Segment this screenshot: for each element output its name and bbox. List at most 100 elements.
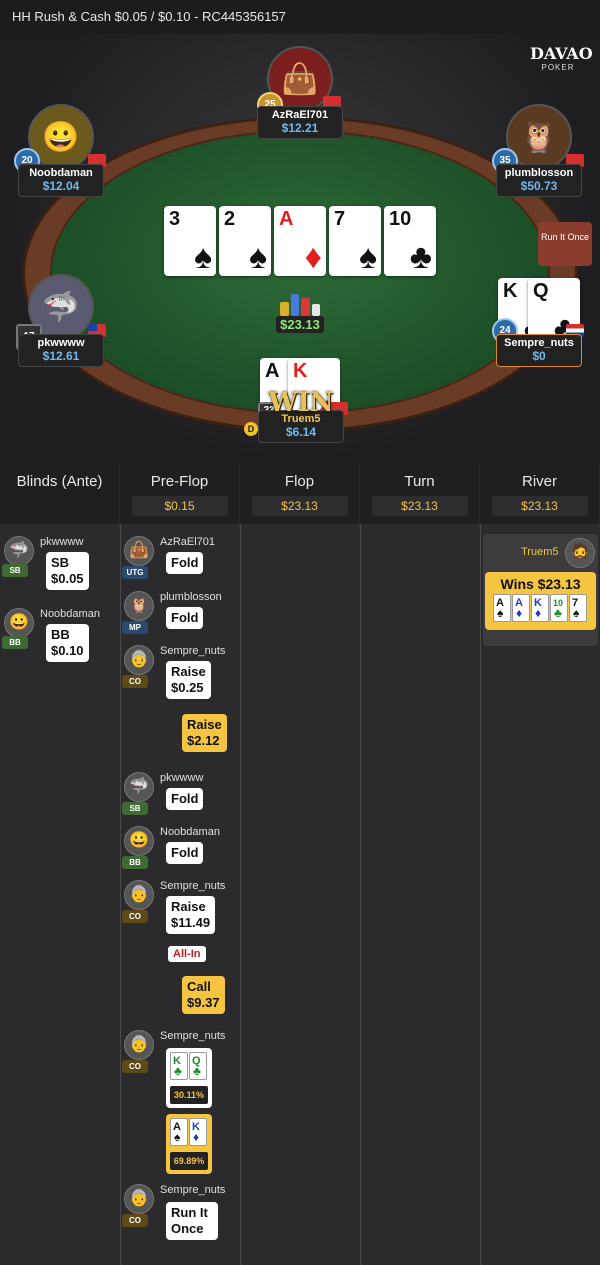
player-avatar-icon: 🧔 <box>565 538 595 568</box>
player-name: Sempre_nuts <box>504 337 574 349</box>
action-bubble: Run It Once <box>166 1202 218 1240</box>
column-header-flop: Flop $23.13 <box>240 464 359 524</box>
player-avatar-icon: 🦈 <box>124 772 154 802</box>
entry-player-name: pkwwww <box>40 536 84 548</box>
position-badge: SB <box>2 564 28 577</box>
position-badge: MP <box>122 621 148 634</box>
player-seat-sempre-nuts[interactable]: K♣ Q♣ 24 Sempre_nuts $0 <box>492 278 584 367</box>
player-avatar-icon: 😀 <box>124 826 154 856</box>
street-pot: $23.13 <box>491 496 588 516</box>
entry-player-name: Sempre_nuts <box>160 880 226 892</box>
action-bubble: Fold <box>166 788 204 810</box>
river-winner-panel: Truem5 🧔 Wins $23.13 A ♠ A ♦ K ♦ 10 ♣ 7 ♠ <box>483 534 598 646</box>
player-stack: $50.73 <box>520 179 558 193</box>
player-name: Noobdaman <box>29 167 93 179</box>
winner-name: Truem5 <box>521 546 559 558</box>
mini-card: A ♦ <box>512 594 530 622</box>
turn-column <box>360 524 479 1265</box>
position-badge: CO <box>122 1214 148 1227</box>
mini-card: K ♣ <box>170 1052 188 1080</box>
player-avatar-icon: 🦈 <box>4 536 34 566</box>
player-name: AzRaEl701 <box>271 109 329 121</box>
all-in-tag: All-In <box>168 946 206 962</box>
column-header-turn: Turn $23.13 <box>360 464 479 524</box>
equity-value: 69.89% <box>170 1152 208 1170</box>
street-pot: $23.13 <box>371 496 468 516</box>
player-plate: Noobdaman $12.04 <box>18 164 104 197</box>
entry-player-name: Noobdaman <box>160 826 220 838</box>
player-stack: $6.14 <box>285 425 317 439</box>
player-stack: $0 <box>532 349 546 363</box>
column-header-river: River $23.13 <box>480 464 599 524</box>
win-bubble: Wins $23.13 A ♠ A ♦ K ♦ 10 ♣ 7 ♠ <box>485 572 596 630</box>
shown-cards: K ♣ Q ♣ 30.11% <box>166 1048 212 1108</box>
poker-table-area: DAVAO POKER 👜 25 AzRaEl701 $12.21 😀 20 N… <box>0 34 600 464</box>
flop-column <box>240 524 359 1265</box>
entry-player-name: AzRaEl701 <box>160 536 216 548</box>
title-text: HH Rush & Cash $0.05 / $0.10 - RC4453561… <box>12 9 286 24</box>
history-entry: 😀 BB Noobdaman BB $0.10 <box>0 606 119 672</box>
player-seat-pkwwww[interactable]: 🦈 17 pkwwww $12.61 <box>16 274 106 367</box>
dealer-button-icon: D <box>244 422 258 436</box>
player-name: plumblosson <box>504 167 574 179</box>
mini-card: Q ♣ <box>189 1052 207 1080</box>
player-avatar-icon: 👵 <box>124 1184 154 1214</box>
column-header-blinds: Blinds (Ante) <box>0 464 119 524</box>
player-plate: AzRaEl701 $12.21 <box>257 106 343 139</box>
player-plate: plumblosson $50.73 <box>496 164 582 197</box>
pot-amount: $23.13 <box>276 316 324 333</box>
player-avatar-icon: 👵 <box>124 645 154 675</box>
entry-player-name: Sempre_nuts <box>160 1030 226 1042</box>
player-avatar-icon: 👜 <box>124 536 154 566</box>
action-bubble: Fold <box>166 607 204 629</box>
action-bubble: Raise $0.25 <box>166 661 211 699</box>
board-card: 2 ♠ <box>219 206 271 276</box>
action-bubble: Fold <box>166 552 204 574</box>
player-stack: $12.21 <box>281 121 319 135</box>
entry-player-name: plumblosson <box>160 591 222 603</box>
action-bubble-truem5: Raise $2.12 <box>182 714 227 752</box>
player-avatar-icon: 🦉 <box>124 591 154 621</box>
player-seat-noobdaman[interactable]: 😀 20 Noobdaman $12.04 <box>14 104 106 197</box>
board-card: A ♦ <box>274 206 326 276</box>
action-bubble: SB $0.05 <box>46 552 89 590</box>
run-it-once-button[interactable]: Run It Once <box>538 222 592 266</box>
player-seat-azrael701[interactable]: 👜 25 AzRaEl701 $12.21 <box>257 46 343 139</box>
mini-card: A ♠ <box>170 1118 188 1146</box>
player-plate: Sempre_nuts $0 <box>496 334 582 367</box>
entry-player-name: pkwwww <box>160 772 204 784</box>
entry-player-name: Sempre_nuts <box>160 1184 226 1196</box>
position-badge: BB <box>122 856 148 869</box>
history-entry: 🦈 SB pkwwww SB $0.05 <box>0 534 119 600</box>
action-bubble-truem5: Call $9.37 <box>182 976 225 1014</box>
position-badge: CO <box>122 1060 148 1073</box>
hand-history-screen: HH Rush & Cash $0.05 / $0.10 - RC4453561… <box>0 0 600 1265</box>
player-avatar-icon: 👵 <box>124 880 154 910</box>
player-avatar-icon: 😀 <box>4 608 34 638</box>
action-bubble: BB $0.10 <box>46 624 89 662</box>
player-seat-plumblosson[interactable]: 🦉 35 plumblosson $50.73 <box>492 104 584 197</box>
chip-stack-icon <box>280 290 320 316</box>
mini-card: K ♦ <box>531 594 549 622</box>
column-header-preflop: Pre-Flop $0.15 <box>120 464 239 524</box>
player-name: pkwwww <box>37 337 85 349</box>
davao-poker-logo: DAVAO POKER <box>530 44 593 72</box>
mini-card: A ♠ <box>493 594 511 622</box>
street-pot: $23.13 <box>251 496 348 516</box>
win-label: WIN <box>268 388 334 418</box>
action-bubble: Raise $11.49 <box>166 896 216 934</box>
position-badge: CO <box>122 910 148 923</box>
action-bubble: Fold <box>166 842 204 864</box>
position-badge: CO <box>122 675 148 688</box>
mini-card: 7 ♠ <box>569 594 587 622</box>
player-avatar-icon: 👵 <box>124 1030 154 1060</box>
board-card: 3 ♠ <box>164 206 216 276</box>
title-bar: HH Rush & Cash $0.05 / $0.10 - RC4453561… <box>0 0 600 34</box>
player-stack: $12.04 <box>42 179 80 193</box>
pot-display: $23.13 <box>276 290 324 333</box>
position-badge: UTG <box>122 566 148 579</box>
board-card: 7 ♠ <box>329 206 381 276</box>
shown-cards-truem5: A ♠ K ♦ 69.89% <box>166 1114 212 1174</box>
player-plate: pkwwww $12.61 <box>18 334 104 367</box>
board-card: 10 ♣ <box>384 206 436 276</box>
